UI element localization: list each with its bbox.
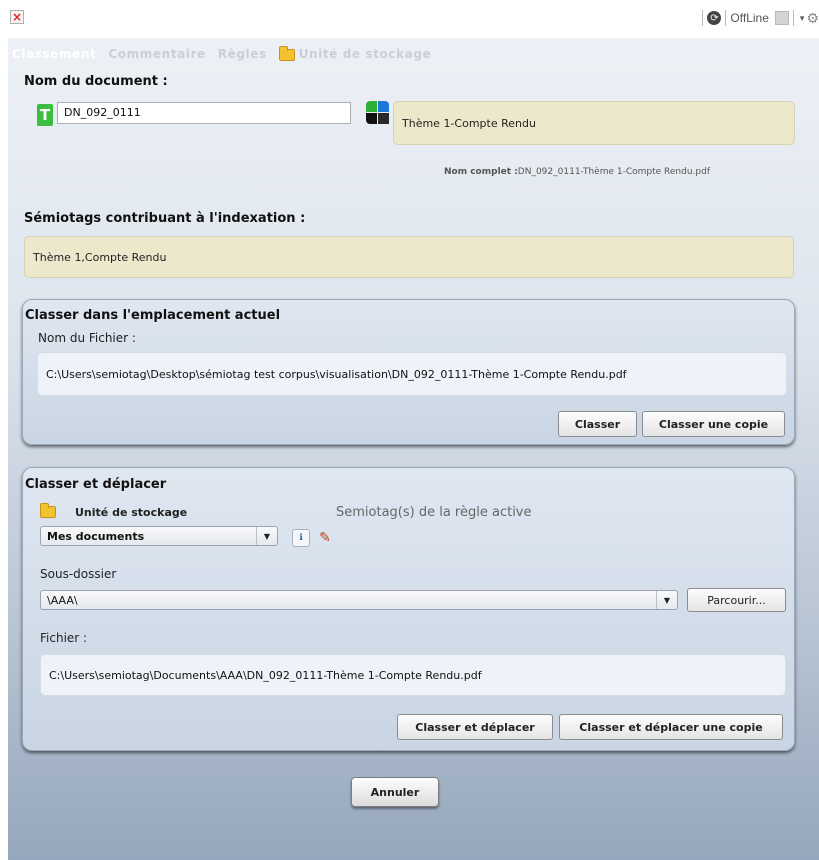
toolbar-separator: [702, 10, 704, 26]
translate-icon[interactable]: ℹ: [292, 529, 310, 547]
toolbar-separator: [725, 10, 727, 26]
move-button[interactable]: Classer et déplacer: [397, 714, 553, 740]
semiotags-title: Sémiotags contribuant à l'indexation :: [24, 211, 306, 226]
storage-select-value: Mes documents: [47, 529, 145, 543]
text-icon: T: [37, 104, 53, 126]
classer-copie-button[interactable]: Classer une copie: [642, 411, 785, 437]
full-name-value: DN_092_0111-Thème 1-Compte Rendu.pdf: [517, 167, 711, 177]
gear-icon[interactable]: ⚙: [806, 10, 819, 27]
move-copy-button[interactable]: Classer et déplacer une copie: [559, 714, 783, 740]
document-name-title: Nom du document :: [24, 74, 168, 89]
chevron-down-icon[interactable]: ▼: [656, 591, 677, 609]
tab-regles[interactable]: Règles: [218, 47, 267, 61]
storage-select[interactable]: Mes documents ▼: [40, 526, 278, 546]
browse-button[interactable]: Parcourir...: [687, 588, 786, 612]
current-location-title: Classer dans l'emplacement actuel: [25, 308, 281, 323]
move-title: Classer et déplacer: [25, 477, 167, 492]
rule-semiotags-label: Semiotag(s) de la règle active: [336, 505, 532, 520]
folder-icon: [40, 503, 56, 518]
semiotags-field[interactable]: Thème 1,Compte Rendu: [24, 236, 794, 278]
theme-field[interactable]: Thème 1-Compte Rendu: [393, 101, 795, 145]
file-name-label: Nom du Fichier :: [38, 331, 136, 345]
tab-bar: Classement Commentaire Règles Unité de s…: [12, 45, 443, 62]
chevron-down-icon[interactable]: ▼: [256, 527, 277, 545]
theme-icon: [366, 101, 390, 125]
toolbar-separator: [792, 10, 794, 26]
subfolder-label: Sous-dossier: [40, 567, 117, 581]
sync-icon[interactable]: ⟳: [707, 11, 722, 25]
storage-label: Unité de stockage: [75, 506, 188, 519]
current-file-path[interactable]: C:\Users\semiotag\Desktop\sémiotag test …: [37, 352, 787, 396]
tab-classement[interactable]: Classement: [12, 47, 96, 61]
destination-file-path[interactable]: C:\Users\semiotag\Documents\AAA\DN_092_0…: [40, 654, 786, 696]
tab-unite-stockage[interactable]: Unité de stockage: [278, 45, 432, 61]
tab-commentaire[interactable]: Commentaire: [108, 47, 205, 61]
folder-icon: [278, 45, 295, 61]
title-bar: × ⟳ OffLine ▾ ⚙: [0, 0, 819, 38]
edit-icon[interactable]: ✎: [316, 529, 334, 547]
subfolder-select-value: \AAA\: [47, 593, 78, 607]
file-label: Fichier :: [40, 631, 88, 645]
subfolder-select[interactable]: \AAA\ ▼: [40, 590, 678, 610]
toolbar-right: ⟳ OffLine ▾ ⚙: [698, 8, 819, 28]
offline-status[interactable]: OffLine: [730, 11, 768, 25]
classer-button[interactable]: Classer: [558, 411, 637, 437]
close-icon[interactable]: ×: [10, 10, 24, 24]
full-name-label: Nom complet :: [444, 167, 518, 177]
cancel-button[interactable]: Annuler: [351, 777, 439, 807]
document-name-input[interactable]: DN_092_0111: [57, 102, 351, 124]
lock-icon[interactable]: [774, 11, 789, 25]
dropdown-arrow-icon[interactable]: ▾: [800, 13, 805, 24]
tab-unite-stockage-label: Unité de stockage: [298, 47, 432, 61]
full-name-line: Nom complet :DN_092_0111-Thème 1-Compte …: [444, 167, 710, 177]
